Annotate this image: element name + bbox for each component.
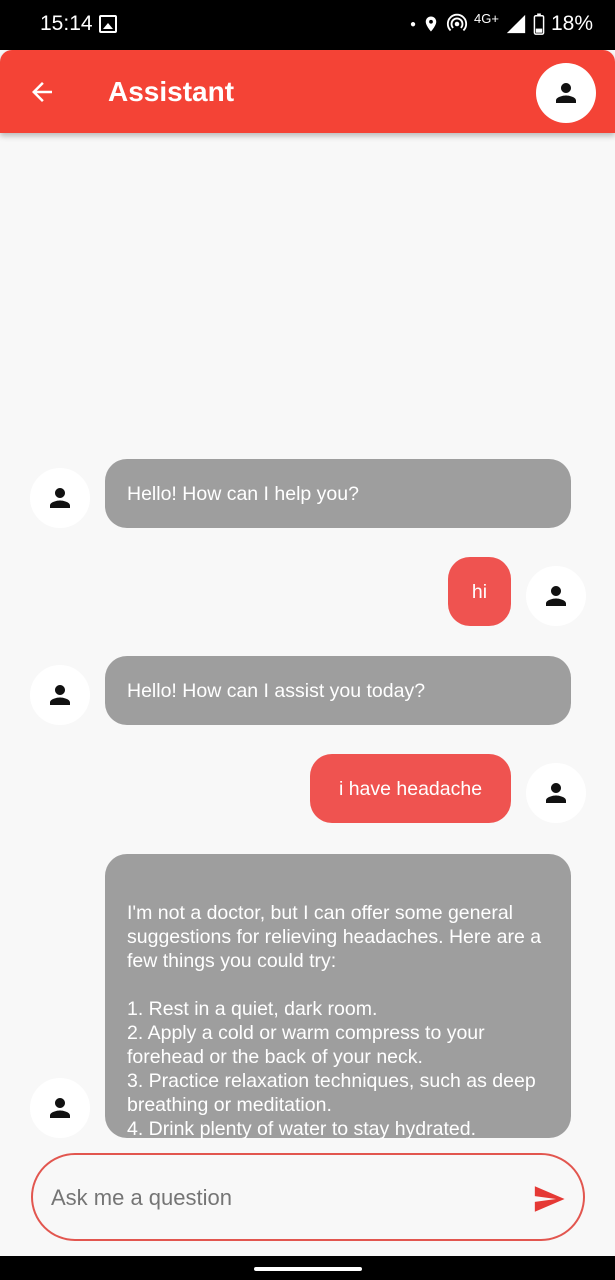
bot-avatar	[30, 665, 90, 725]
chat-screen: Assistant Hello! How can I help you? hi …	[0, 50, 615, 1256]
hotspot-icon	[446, 13, 468, 32]
app-bar: Assistant	[0, 50, 615, 133]
signal-icon	[506, 14, 526, 34]
question-input[interactable]	[51, 1179, 511, 1217]
message-text: Hello! How can I assist you today?	[127, 679, 426, 702]
bot-avatar	[30, 468, 90, 528]
message-input-container	[31, 1153, 585, 1241]
user-message-bubble: hi	[448, 557, 511, 626]
message-text: Hello! How can I help you?	[127, 482, 359, 505]
user-message-bubble: i have headache	[310, 754, 511, 823]
person-icon	[50, 1098, 70, 1118]
system-nav-bar	[0, 1256, 615, 1280]
bot-message-bubble: Hello! How can I assist you today?	[105, 656, 571, 725]
network-type: 4G+	[474, 10, 499, 26]
battery-percent: 18%	[550, 12, 593, 35]
gallery-notification-icon	[99, 15, 117, 33]
bot-message-bubble: I'm not a doctor, but I can offer some g…	[105, 854, 571, 1140]
status-bar: 15:14 ● 4G+ 18%	[0, 0, 615, 50]
back-button[interactable]	[22, 72, 62, 112]
bot-message-bubble: Hello! How can I help you?	[105, 459, 571, 528]
send-button[interactable]	[531, 1181, 567, 1217]
profile-button[interactable]	[536, 63, 596, 123]
notification-dot-icon: ●	[409, 18, 417, 30]
user-avatar	[526, 566, 586, 626]
message-text: I'm not a doctor, but I can offer some g…	[127, 902, 542, 1140]
send-icon	[534, 1186, 565, 1212]
person-icon	[556, 83, 576, 103]
person-icon	[546, 783, 566, 803]
page-title: Assistant	[108, 76, 235, 107]
message-text: i have headache	[338, 777, 483, 800]
person-icon	[50, 685, 70, 705]
bot-avatar	[30, 1078, 90, 1138]
status-time: 15:14	[40, 12, 93, 35]
battery-icon	[533, 13, 545, 35]
location-icon	[425, 16, 437, 32]
person-icon	[546, 586, 566, 606]
person-icon	[50, 488, 70, 508]
status-icons: ● 4G+ 18%	[409, 10, 593, 36]
message-text: hi	[471, 580, 488, 603]
home-indicator[interactable]	[254, 1267, 362, 1271]
user-avatar	[526, 763, 586, 823]
arrow-back-icon	[32, 82, 52, 102]
